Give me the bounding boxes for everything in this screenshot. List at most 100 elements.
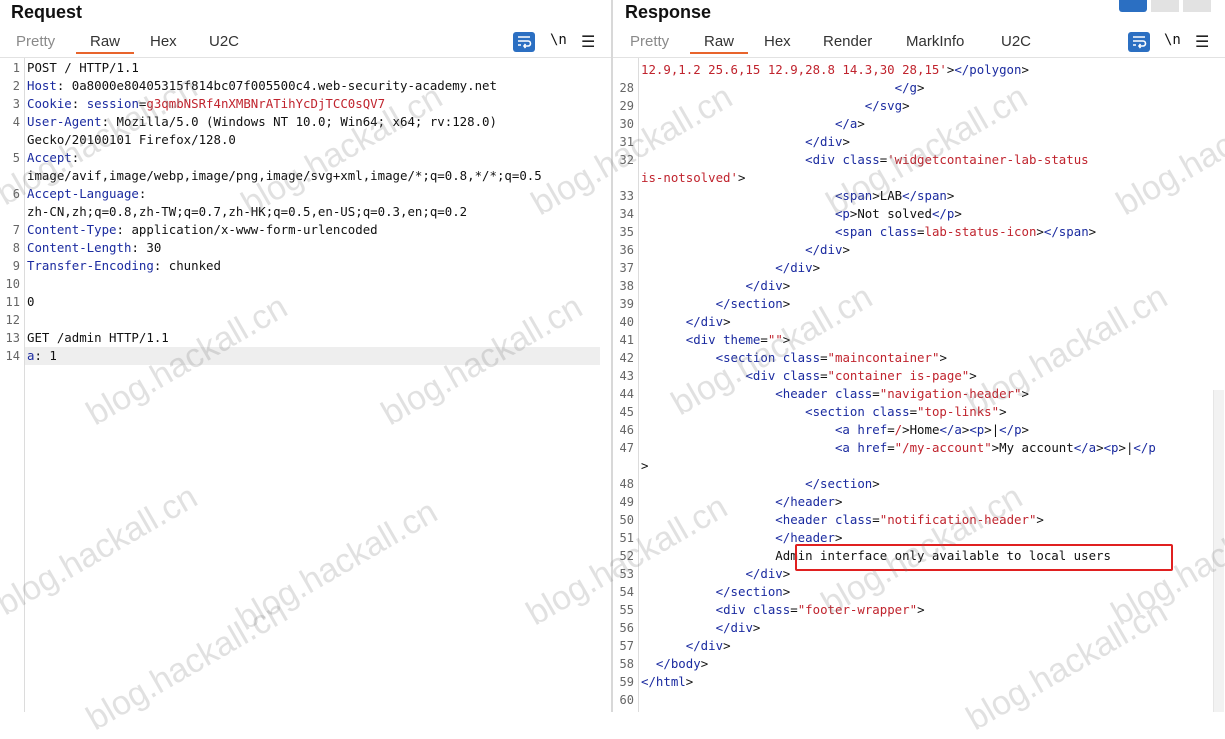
code-line: </div>: [775, 260, 821, 275]
tab-hex[interactable]: Hex: [764, 33, 791, 50]
code-line: </div>: [805, 134, 850, 149]
line-number: 59: [619, 675, 634, 689]
layout-horizontal-icon[interactable]: [1151, 0, 1179, 12]
code-line: </section>: [805, 476, 880, 491]
line-number: 11: [5, 295, 20, 309]
response-scrollbar[interactable]: [1213, 390, 1224, 712]
response-editor[interactable]: 12.9,1.2 25.6,15 12.9,28.8 14.3,30 28,15…: [613, 58, 1225, 712]
layout-vertical-icon[interactable]: [1183, 0, 1211, 12]
code-line: </html>: [641, 674, 694, 689]
code-line: </g>: [894, 80, 925, 95]
line-number: 48: [619, 477, 634, 491]
code-line: Accept:: [27, 150, 80, 165]
request-editor[interactable]: 1 POST / HTTP/1.1 2 Host: 0a8000e80405315f8…: [0, 58, 611, 712]
line-number: 57: [619, 639, 634, 653]
layout-split-icon[interactable]: [1119, 0, 1147, 12]
tab-hex[interactable]: Hex: [150, 33, 177, 50]
code-line: <header class="navigation-header">: [775, 386, 1029, 401]
code-line: <div class='widgetcontainer-lab-status: [805, 152, 1089, 167]
code-line: >: [641, 458, 649, 473]
line-number: 32: [619, 153, 634, 167]
code-line: Transfer-Encoding: chunked: [27, 258, 221, 273]
response-menu-icon[interactable]: ☰: [1195, 32, 1209, 51]
request-menu-icon[interactable]: ☰: [581, 32, 595, 51]
line-number: 29: [619, 99, 634, 113]
code-line: Content-Type: application/x-www-form-url…: [27, 222, 378, 237]
code-line: Accept-Language:: [27, 186, 147, 201]
code-line: </div>: [685, 314, 731, 329]
code-line: Gecko/20100101 Firefox/128.0: [27, 132, 236, 147]
wrap-lines-icon[interactable]: [1128, 32, 1150, 52]
tab-u2c[interactable]: U2C: [1001, 33, 1031, 50]
line-number: 38: [619, 279, 634, 293]
code-line: </section>: [715, 584, 791, 599]
code-line: Host: 0a8000e80405315f814bc07f005500c4.w…: [27, 78, 497, 93]
line-number: 55: [619, 603, 634, 617]
code-line: </svg>: [864, 98, 910, 113]
wrap-lines-icon[interactable]: [513, 32, 535, 52]
code-line: POST / HTTP/1.1: [27, 60, 139, 75]
line-number: 53: [619, 567, 634, 581]
line-number: 4: [12, 115, 20, 129]
current-line-highlight: [25, 347, 600, 365]
code-line: User-Agent: Mozilla/5.0 (Windows NT 10.0…: [27, 114, 497, 129]
code-line: GET /admin HTTP/1.1: [27, 330, 169, 345]
tab-raw[interactable]: Raw: [689, 33, 749, 54]
code-line: </section>: [715, 296, 791, 311]
code-line: Cookie: session=g3qmbNSRf4nXMBNrATihYcDj…: [27, 96, 386, 111]
line-number: 30: [619, 117, 634, 131]
tab-markinfo[interactable]: MarkInfo: [906, 33, 964, 50]
newline-toggle-button[interactable]: \n: [550, 32, 567, 48]
response-title: Response: [625, 2, 712, 22]
line-number: 58: [619, 657, 634, 671]
code-line: </a>: [834, 116, 865, 131]
code-line: Content-Length: 30: [27, 240, 162, 255]
code-line: <a href="/my-account">My account</a><p>|…: [834, 440, 1156, 455]
line-number: 46: [619, 423, 634, 437]
line-number: 12: [5, 313, 20, 327]
newline-toggle-button[interactable]: \n: [1164, 32, 1181, 48]
code-line: 0: [27, 294, 35, 309]
tab-render[interactable]: Render: [823, 33, 872, 50]
line-number: 28: [619, 81, 634, 95]
code-line: <div class="footer-wrapper">: [715, 602, 925, 617]
line-number: 52: [619, 549, 634, 563]
line-number: 10: [5, 277, 20, 291]
code-line: <section class="top-links">: [805, 404, 1007, 419]
code-line: image/avif,image/webp,image/png,image/sv…: [27, 168, 542, 183]
request-title: Request: [11, 2, 83, 22]
line-number: 14: [5, 349, 20, 363]
line-number: 37: [619, 261, 634, 275]
line-number: 43: [619, 369, 634, 383]
code-line: <a href=/>Home</a><p>|</p>: [834, 422, 1030, 437]
tab-u2c[interactable]: U2C: [209, 33, 239, 50]
line-number: 7: [12, 223, 20, 237]
line-number: 5: [12, 151, 20, 165]
line-number: 60: [619, 693, 634, 707]
tab-pretty[interactable]: Pretty: [16, 33, 55, 50]
line-number: 42: [619, 351, 634, 365]
line-number: 9: [12, 259, 20, 273]
response-pane: Response Pretty Raw Hex Render MarkInfo U2C \…: [613, 0, 1225, 712]
code-line: <span>LAB</span>: [834, 188, 955, 203]
line-number: 35: [619, 225, 634, 239]
code-line: is-notsolved'>: [641, 170, 746, 185]
code-line: zh-CN,zh;q=0.8,zh-TW;q=0.7,zh-HK;q=0.5,e…: [27, 204, 468, 219]
line-number: 56: [619, 621, 634, 635]
code-line: </div>: [685, 638, 731, 653]
code-line: 12.9,1.2 25.6,15 12.9,28.8 14.3,30 28,15…: [641, 62, 1029, 77]
line-number: 6: [12, 187, 20, 201]
request-pane: Request Pretty Raw Hex U2C \n ☰ 1 POST / HTT…: [0, 0, 611, 712]
code-line: </body>: [655, 656, 709, 671]
tab-pretty[interactable]: Pretty: [630, 33, 669, 50]
code-line: </div>: [745, 278, 791, 293]
line-number: 54: [619, 585, 634, 599]
line-number: 34: [619, 207, 634, 221]
highlight-box: [795, 544, 1173, 571]
line-number: 1: [12, 61, 20, 75]
code-line: a: 1: [27, 348, 57, 363]
code-line: </div>: [745, 566, 791, 581]
code-line: <header class="notification-header">: [775, 512, 1044, 527]
tab-raw[interactable]: Raw: [75, 33, 135, 54]
code-line: </div>: [805, 242, 850, 257]
